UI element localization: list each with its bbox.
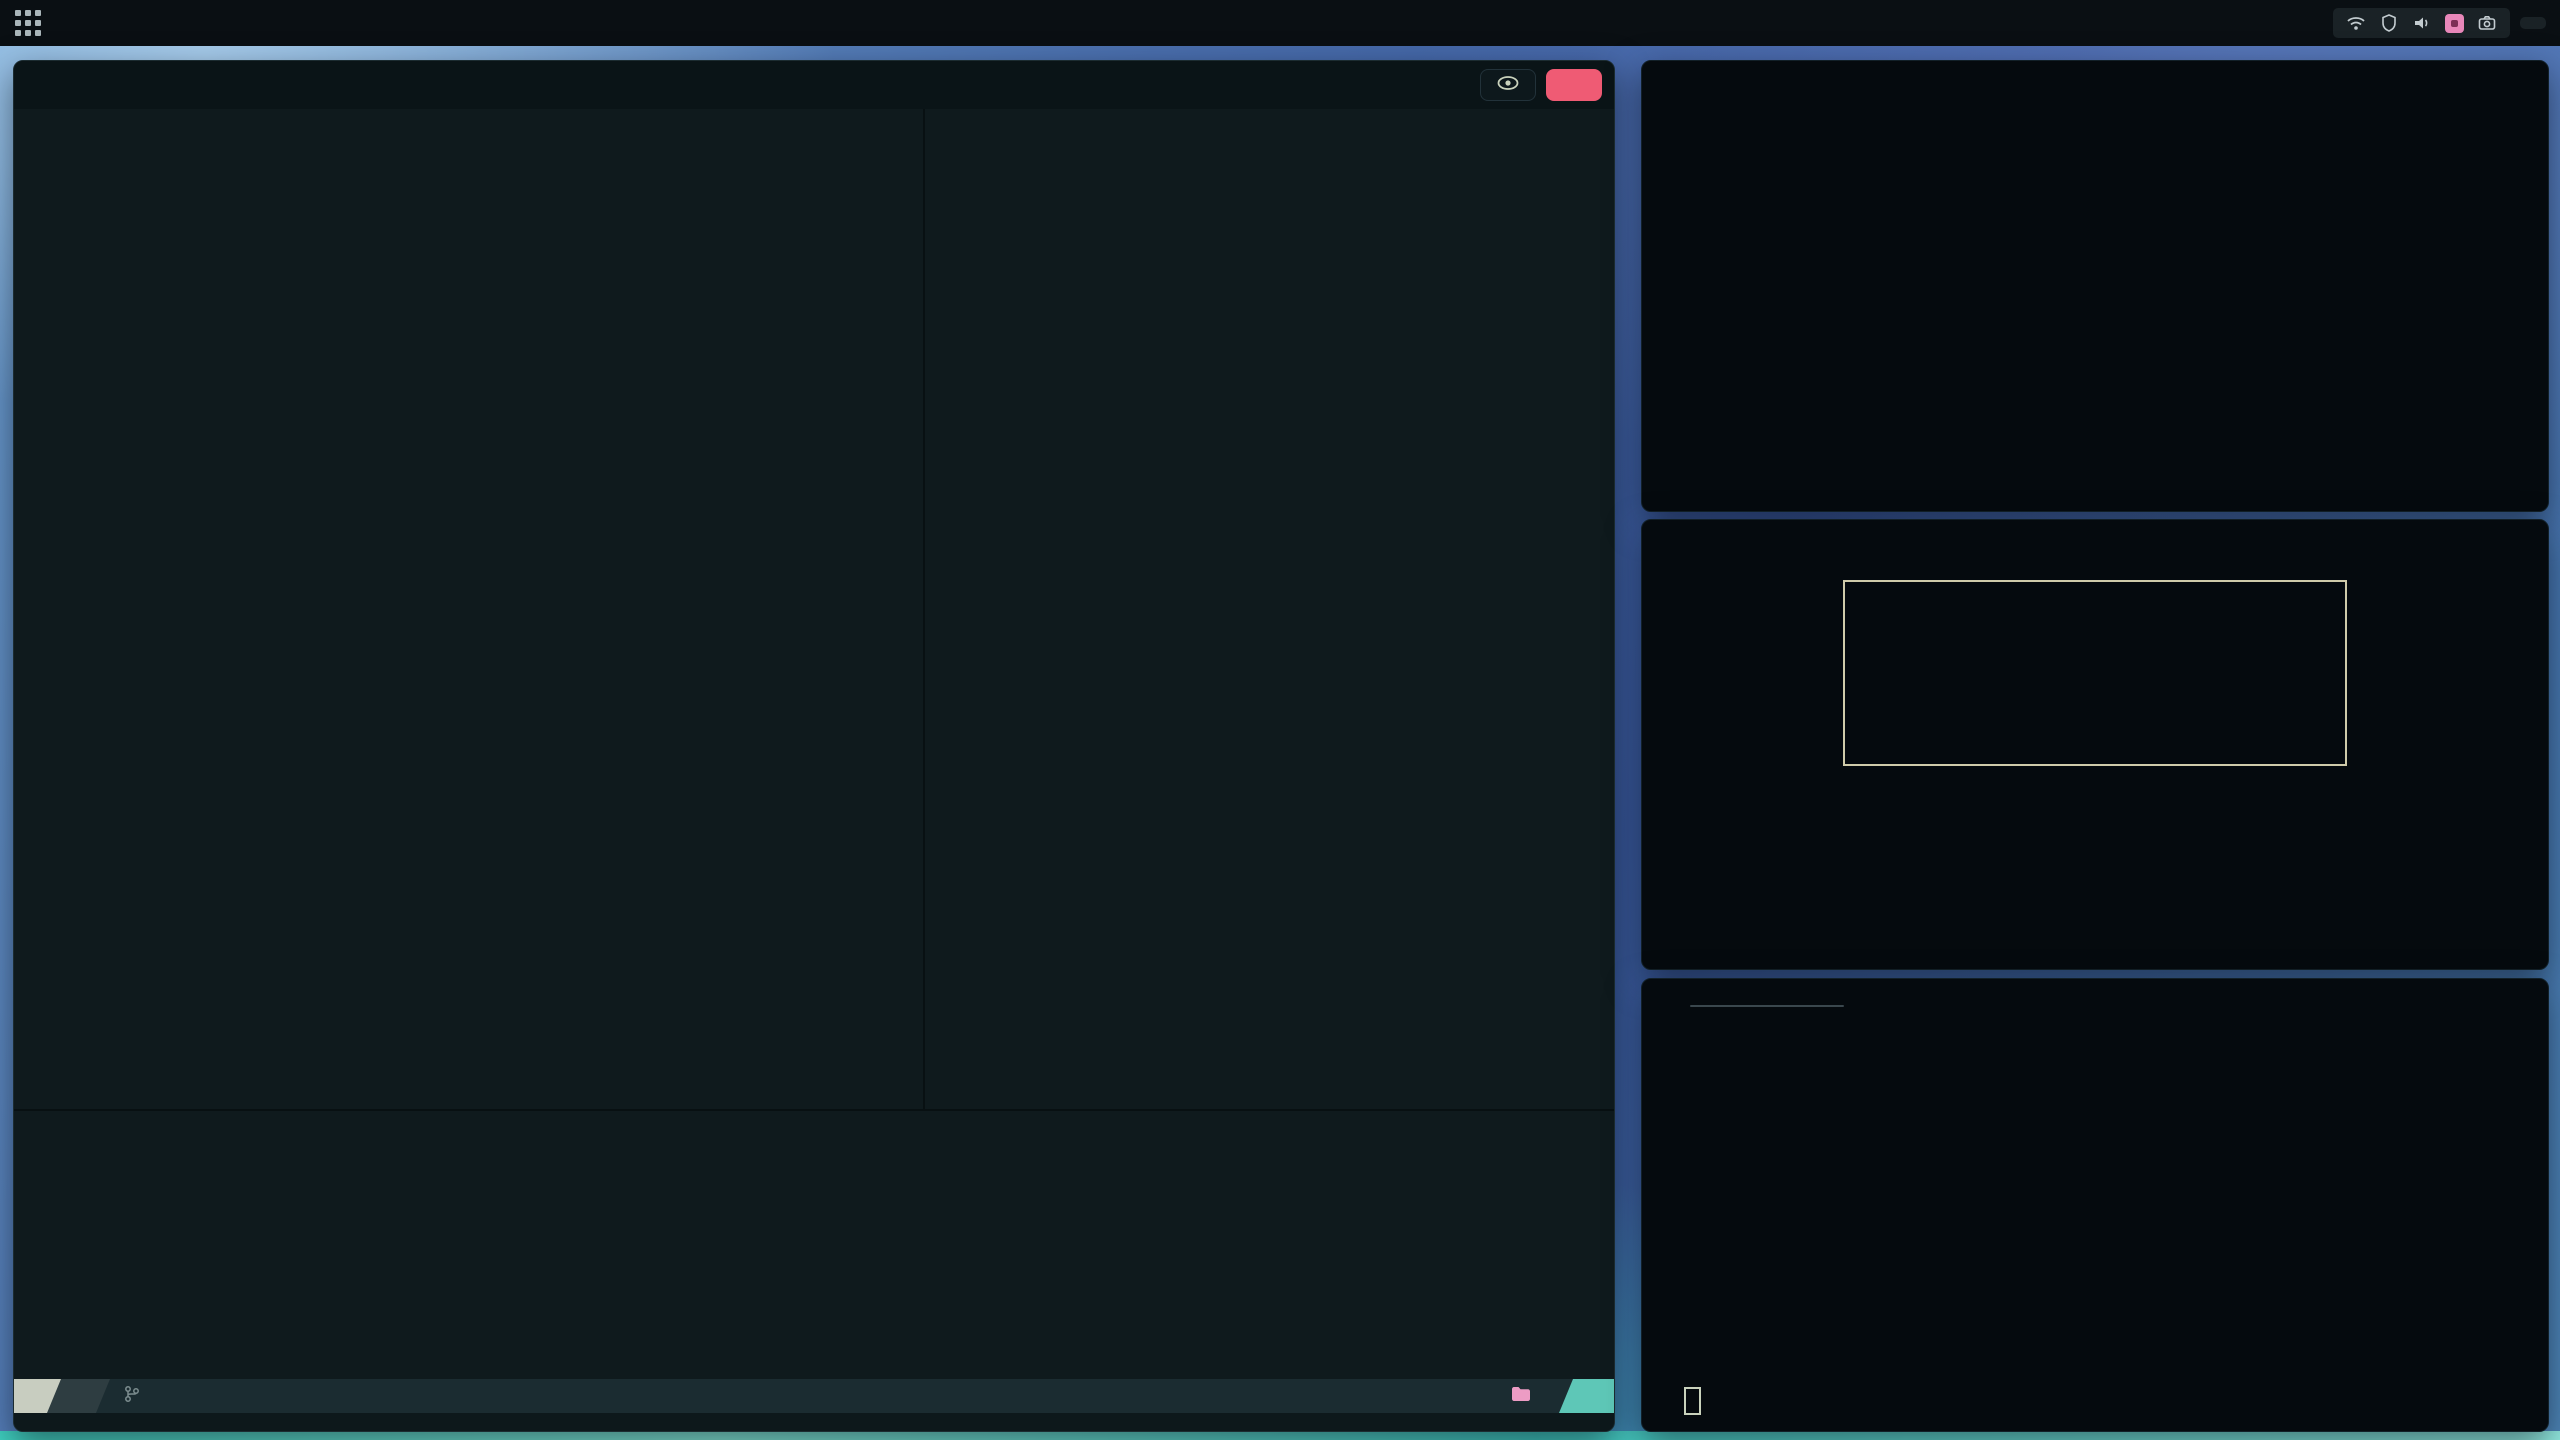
fetch-terminal[interactable] (1641, 978, 2549, 1432)
pkgs-default-pane[interactable] (14, 1109, 1614, 1379)
editor-splits (14, 109, 1614, 1109)
neovim-window (13, 60, 1615, 1432)
wallpaper-accent-strip (0, 1431, 2560, 1440)
volume-icon[interactable] (2412, 13, 2432, 33)
lsp-segment (1451, 1379, 1492, 1413)
top-bar (0, 0, 2560, 46)
system-tray (2333, 8, 2510, 38)
wifi-icon[interactable] (2346, 13, 2366, 33)
system-fetch (1642, 979, 2548, 1007)
terminal-cursor (1684, 1387, 1701, 1415)
launcher-button[interactable] (14, 9, 42, 37)
close-button[interactable] (1546, 69, 1602, 101)
statusline-spacer (169, 1379, 1451, 1413)
visualizer-terminal[interactable] (1641, 60, 2549, 512)
desktop (0, 0, 2560, 1440)
git-branch-icon (124, 1385, 140, 1408)
eye-icon (1496, 75, 1520, 95)
datetime[interactable] (2520, 17, 2546, 29)
recorder-icon[interactable] (2445, 14, 2464, 33)
scroll-progress-segment (1559, 1379, 1614, 1413)
folder-icon (1510, 1385, 1532, 1408)
tabline (14, 61, 1614, 109)
iso-image-pane[interactable] (923, 109, 1614, 1109)
titlebar-buttons (1480, 61, 1614, 109)
shell-prompt[interactable] (1672, 1387, 1701, 1415)
camera-icon[interactable] (2477, 13, 2497, 33)
flake-nix-pane[interactable] (14, 109, 923, 1109)
shield-icon[interactable] (2379, 13, 2399, 33)
status-area (2323, 8, 2546, 38)
audio-visualizer (1660, 79, 2530, 409)
project-segment (1492, 1379, 1559, 1413)
statusline (14, 1379, 1614, 1413)
command-line[interactable] (14, 1413, 1614, 1431)
clock-frame (1843, 580, 2347, 766)
eye-toggle-button[interactable] (1480, 69, 1536, 101)
clock-terminal[interactable] (1641, 519, 2549, 970)
fetch-box (1690, 1005, 1844, 1007)
